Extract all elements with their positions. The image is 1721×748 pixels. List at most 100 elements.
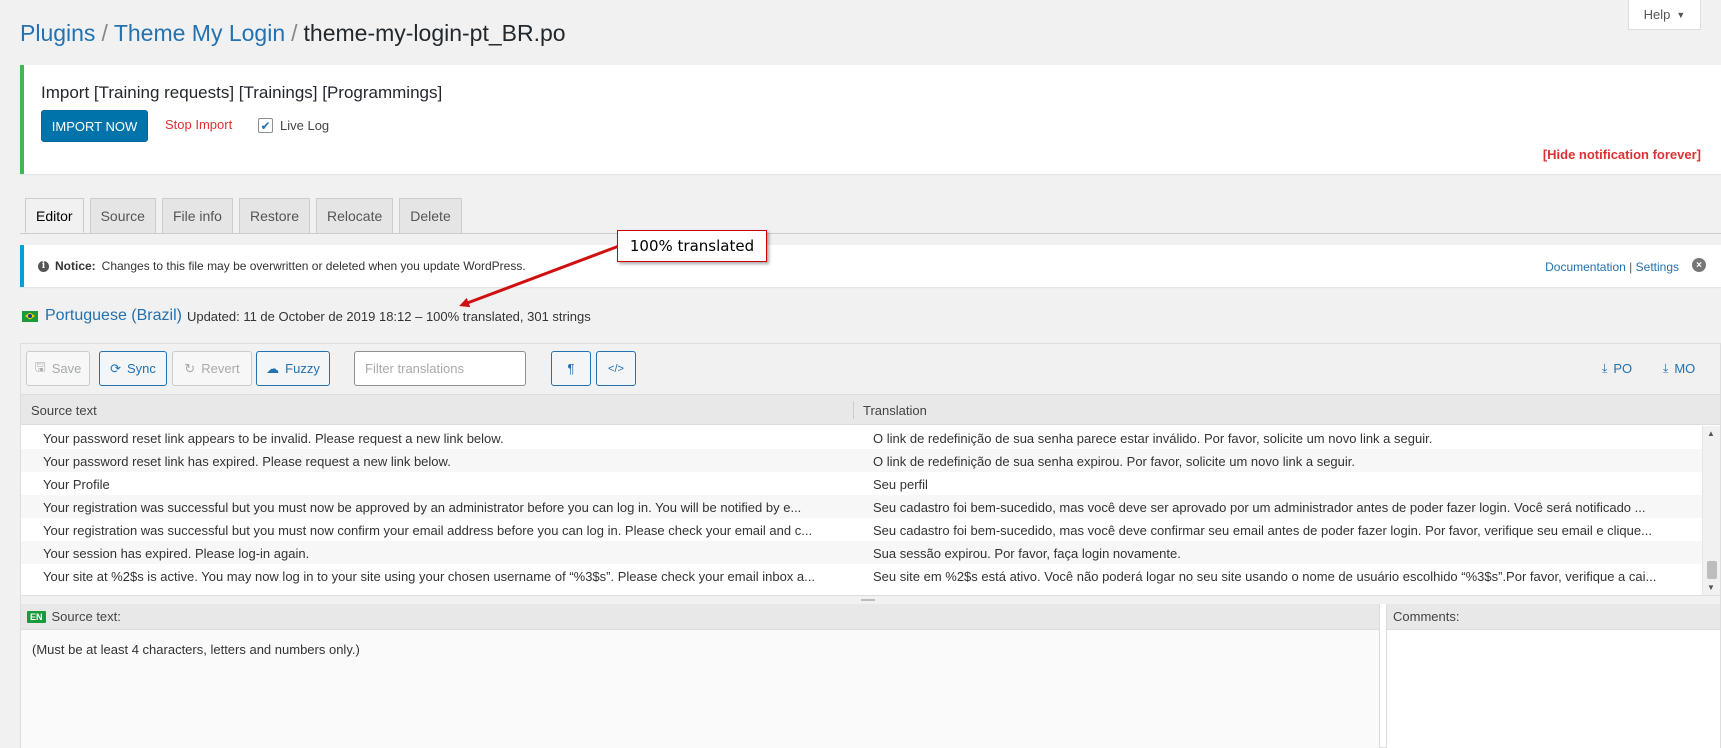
- sync-icon: ⟳: [110, 360, 121, 376]
- scroll-down-icon[interactable]: ▼: [1707, 583, 1715, 592]
- sync-label: Sync: [127, 361, 156, 376]
- revert-icon: ↻: [184, 360, 196, 376]
- language-updated-text: Updated: 11 de October de 2019 18:12 – 1…: [186, 308, 591, 324]
- settings-link[interactable]: Settings: [1636, 260, 1679, 274]
- notice-label: Notice:: [55, 259, 96, 273]
- splitter-grip-icon[interactable]: [861, 599, 875, 601]
- tabs-divider: [20, 233, 1721, 234]
- row-source: Your registration was successful but you…: [43, 500, 802, 515]
- download-po-button[interactable]: ⤓ PO: [1602, 361, 1632, 376]
- breadcrumb-plugins-link[interactable]: Plugins: [20, 20, 95, 46]
- row-translation: Seu perfil: [873, 477, 928, 492]
- tab-file-info[interactable]: File info: [161, 198, 233, 233]
- import-now-button[interactable]: IMPORT NOW: [41, 110, 148, 142]
- documentation-link[interactable]: Documentation: [1545, 260, 1626, 274]
- breadcrumb: Plugins / Theme My Login / theme-my-login-pt…: [20, 20, 566, 47]
- grid-header: Source text Translation: [21, 395, 1720, 425]
- column-divider: [853, 401, 854, 419]
- tab-editor[interactable]: Editor: [25, 198, 84, 233]
- fuzzy-button[interactable]: ☁ Fuzzy: [256, 351, 330, 386]
- help-tab[interactable]: Help ▼: [1628, 0, 1701, 30]
- scroll-up-icon[interactable]: ▲: [1707, 429, 1715, 438]
- row-translation: Seu site em %2$s está ativo. Você não po…: [873, 569, 1657, 584]
- source-pane-label: Source text:: [51, 609, 121, 624]
- download-mo-button[interactable]: ⤓ MO: [1663, 361, 1695, 376]
- row-translation: Seu cadastro foi bem-sucedido, mas você …: [873, 500, 1646, 515]
- translation-editor: 🖫 Save ⟳ Sync ↻ Revert ☁ Fuzzy Filter tr…: [20, 343, 1721, 748]
- code-icon: </>: [608, 362, 624, 375]
- row-translation: O link de redefinição de sua senha expir…: [873, 454, 1355, 469]
- notice-text: Changes to this file may be overwritten …: [101, 259, 526, 273]
- hide-notification-forever-link[interactable]: [Hide notification forever]: [1543, 147, 1701, 162]
- source-text-pane: EN Source text: (Must be at least 4 char…: [21, 604, 1380, 748]
- comments-pane: Comments:: [1386, 604, 1720, 748]
- info-icon: i: [38, 260, 49, 272]
- row-source: Your site at %2$s is active. You may now…: [43, 569, 815, 584]
- row-translation: Seu cadastro foi bem-sucedido, mas você …: [873, 523, 1652, 538]
- row-translation: Sua sessão expirou. Por favor, faça logi…: [873, 546, 1181, 561]
- breadcrumb-separator: /: [291, 20, 298, 46]
- editor-tabs: Editor Source File info Restore Relocate…: [25, 198, 462, 233]
- brazil-flag-icon: [22, 310, 38, 322]
- download-icon: ⤓: [1663, 361, 1669, 375]
- column-header-source[interactable]: Source text: [31, 403, 97, 418]
- editor-toolbar: 🖫 Save ⟳ Sync ↻ Revert ☁ Fuzzy Filter tr…: [21, 344, 1720, 395]
- comments-pane-label: Comments:: [1393, 609, 1460, 624]
- table-row[interactable]: Your password reset link has expired. Pl…: [21, 449, 1703, 472]
- live-log-checkbox[interactable]: ✔: [258, 118, 273, 133]
- close-icon[interactable]: ×: [1692, 258, 1706, 272]
- breadcrumb-separator: /: [101, 20, 108, 46]
- scrollbar-thumb[interactable]: [1707, 561, 1717, 579]
- filter-translations-input[interactable]: Filter translations: [354, 351, 526, 386]
- help-label: Help: [1643, 7, 1671, 22]
- stop-import-link[interactable]: Stop Import: [165, 117, 232, 132]
- translation-rows: Your password reset link appears to be i…: [21, 426, 1703, 595]
- download-icon: ⤓: [1602, 361, 1608, 375]
- table-row[interactable]: Your registration was successful but you…: [21, 518, 1703, 541]
- source-text-value: (Must be at least 4 characters, letters …: [32, 642, 360, 657]
- show-invisibles-button[interactable]: ¶: [551, 351, 591, 386]
- source-pane-header: EN Source text:: [21, 604, 1379, 630]
- language-status: Portuguese (Brazil) Updated: 11 de Octob…: [22, 307, 591, 325]
- pilcrow-icon: ¶: [567, 361, 575, 376]
- en-language-badge: EN: [27, 610, 46, 623]
- notice-links-divider: |: [1629, 260, 1633, 274]
- revert-button[interactable]: ↻ Revert: [172, 351, 252, 386]
- row-source: Your registration was successful but you…: [43, 523, 813, 538]
- row-source: Your password reset link has expired. Pl…: [43, 454, 451, 469]
- download-mo-label: MO: [1674, 361, 1696, 376]
- save-icon: 🖫: [34, 358, 46, 374]
- table-row[interactable]: Your Profile Seu perfil: [21, 472, 1703, 495]
- live-log-toggle[interactable]: ✔ Live Log: [258, 118, 329, 133]
- rows-scrollbar[interactable]: ▲ ▼: [1702, 426, 1720, 595]
- tab-restore[interactable]: Restore: [238, 198, 310, 233]
- update-notice: i Notice: Changes to this file may be ov…: [20, 245, 1721, 287]
- table-row[interactable]: Your registration was successful but you…: [21, 495, 1703, 518]
- toggle-code-view-button[interactable]: </>: [596, 351, 636, 386]
- language-name-link[interactable]: Portuguese (Brazil): [45, 307, 182, 325]
- pane-splitter[interactable]: [21, 595, 1720, 604]
- fuzzy-label: Fuzzy: [285, 361, 320, 376]
- column-header-translation[interactable]: Translation: [863, 403, 927, 418]
- tab-delete[interactable]: Delete: [399, 198, 462, 233]
- notice-message: i Notice: Changes to this file may be ov…: [38, 259, 526, 273]
- revert-label: Revert: [201, 361, 240, 376]
- cloud-icon: ☁: [266, 360, 280, 376]
- download-po-label: PO: [1613, 361, 1633, 376]
- table-row[interactable]: Your session has expired. Please log-in …: [21, 541, 1703, 564]
- row-source: Your session has expired. Please log-in …: [43, 546, 310, 561]
- tab-relocate[interactable]: Relocate: [316, 198, 394, 233]
- live-log-label: Live Log: [280, 118, 330, 133]
- import-notice-title: Import [Training requests] [Trainings] […: [41, 83, 443, 102]
- save-label: Save: [51, 361, 82, 376]
- table-row[interactable]: Your password reset link appears to be i…: [21, 426, 1703, 449]
- caret-down-icon: ▼: [1676, 9, 1686, 20]
- row-translation: O link de redefinição de sua senha parec…: [873, 431, 1433, 446]
- translated-callout: 100% translated: [617, 230, 767, 262]
- table-row[interactable]: Your site at %2$s is active. You may now…: [21, 564, 1703, 587]
- save-button[interactable]: 🖫 Save: [26, 351, 90, 386]
- sync-button[interactable]: ⟳ Sync: [99, 351, 167, 386]
- breadcrumb-theme-my-login-link[interactable]: Theme My Login: [114, 20, 285, 46]
- row-source: Your Profile: [43, 477, 110, 492]
- tab-source[interactable]: Source: [89, 198, 156, 233]
